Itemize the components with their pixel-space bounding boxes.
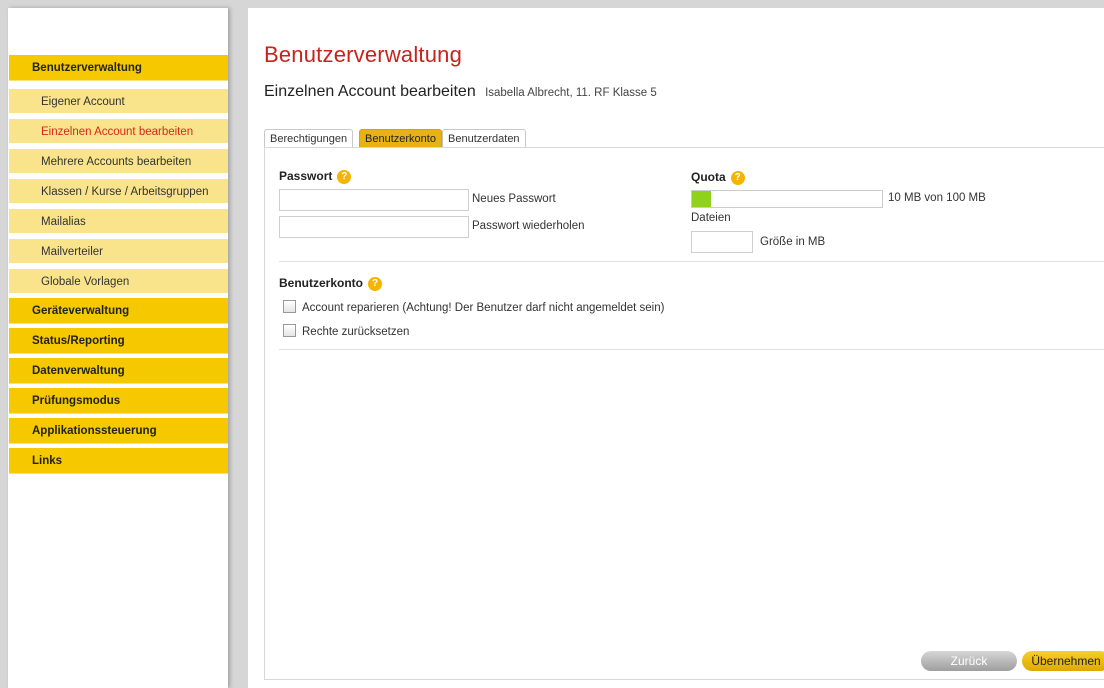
quota-progress-bar [691,190,883,208]
quota-title-label: Quota [691,170,726,184]
nav-item-klassen-kurse[interactable]: Klassen / Kurse / Arbeitsgruppen [9,177,228,203]
quota-progress-fill [692,191,711,207]
nav-item-globale-vorlagen[interactable]: Globale Vorlagen [9,267,228,293]
help-icon[interactable]: ? [730,171,745,185]
quota-files-label: Dateien [691,212,731,224]
nav-item-eigener-account[interactable]: Eigener Account [9,87,228,113]
repair-account-option[interactable]: Account reparieren (Achtung! Der Benutze… [283,300,664,314]
reset-rights-option[interactable]: Rechte zurücksetzen [283,324,409,338]
tab-berechtigungen[interactable]: Berechtigungen [264,129,354,147]
repeat-password-input[interactable] [279,216,469,238]
help-icon[interactable]: ? [368,277,382,291]
nav-item-mehrere-accounts[interactable]: Mehrere Accounts bearbeiten [9,147,228,173]
quota-size-label: Größe in MB [760,236,826,248]
user-info: Isabella Albrecht, 11. RF Klasse 5 [485,87,657,99]
apply-button[interactable]: Übernehmen [1022,651,1104,671]
tab-panel: Passwort? Neues Passwort Passwort wieder… [264,147,1104,680]
divider [279,261,1104,262]
nav-section-applikationssteuerung[interactable]: Applikationssteuerung [9,418,228,444]
help-icon[interactable]: ? [337,170,352,184]
quota-size-input[interactable] [691,231,753,253]
new-password-label: Neues Passwort [472,193,556,205]
password-section-title: Passwort? [279,169,352,184]
repeat-password-label: Passwort wiederholen [472,220,585,232]
quota-section-title: Quota? [691,170,745,185]
reset-rights-label: Rechte zurücksetzen [302,326,410,338]
back-button[interactable]: Zurück [921,651,1017,671]
password-title-label: Passwort [279,169,333,183]
tab-benutzerdaten[interactable]: Benutzerdaten [442,129,526,147]
page-title: Benutzerverwaltung [264,42,463,67]
quota-usage-text: 10 MB von 100 MB [888,192,986,204]
nav-section-geraeteverwaltung[interactable]: Geräteverwaltung [9,298,228,324]
repair-account-label: Account reparieren (Achtung! Der Benutze… [302,302,665,314]
new-password-input[interactable] [279,189,469,211]
nav-section-links[interactable]: Links [9,448,228,474]
page-subtitle: Einzelnen Account bearbeiten [264,83,476,100]
nav-section-datenverwaltung[interactable]: Datenverwaltung [9,358,228,384]
nav-item-mailalias[interactable]: Mailalias [9,207,228,233]
divider [279,349,1104,350]
repair-account-checkbox[interactable] [283,300,296,313]
nav-section-benutzerverwaltung[interactable]: Benutzerverwaltung [9,55,228,81]
account-section-title: Benutzerkonto? [279,276,382,291]
main-content: Benutzerverwaltung Einzelnen Account bea… [248,8,1104,688]
nav-item-einzelnen-account[interactable]: Einzelnen Account bearbeiten [9,117,228,143]
reset-rights-checkbox[interactable] [283,324,296,337]
subtitle-row: Einzelnen Account bearbeiten Isabella Al… [264,83,657,101]
nav-section-pruefungsmodus[interactable]: Prüfungsmodus [9,388,228,414]
nav-section-status-reporting[interactable]: Status/Reporting [9,328,228,354]
account-title-label: Benutzerkonto [279,276,363,290]
nav-item-mailverteiler[interactable]: Mailverteiler [9,237,228,263]
sidebar: Benutzerverwaltung Eigener Account Einze… [8,8,228,688]
tab-benutzerkonto[interactable]: Benutzerkonto [359,129,442,147]
